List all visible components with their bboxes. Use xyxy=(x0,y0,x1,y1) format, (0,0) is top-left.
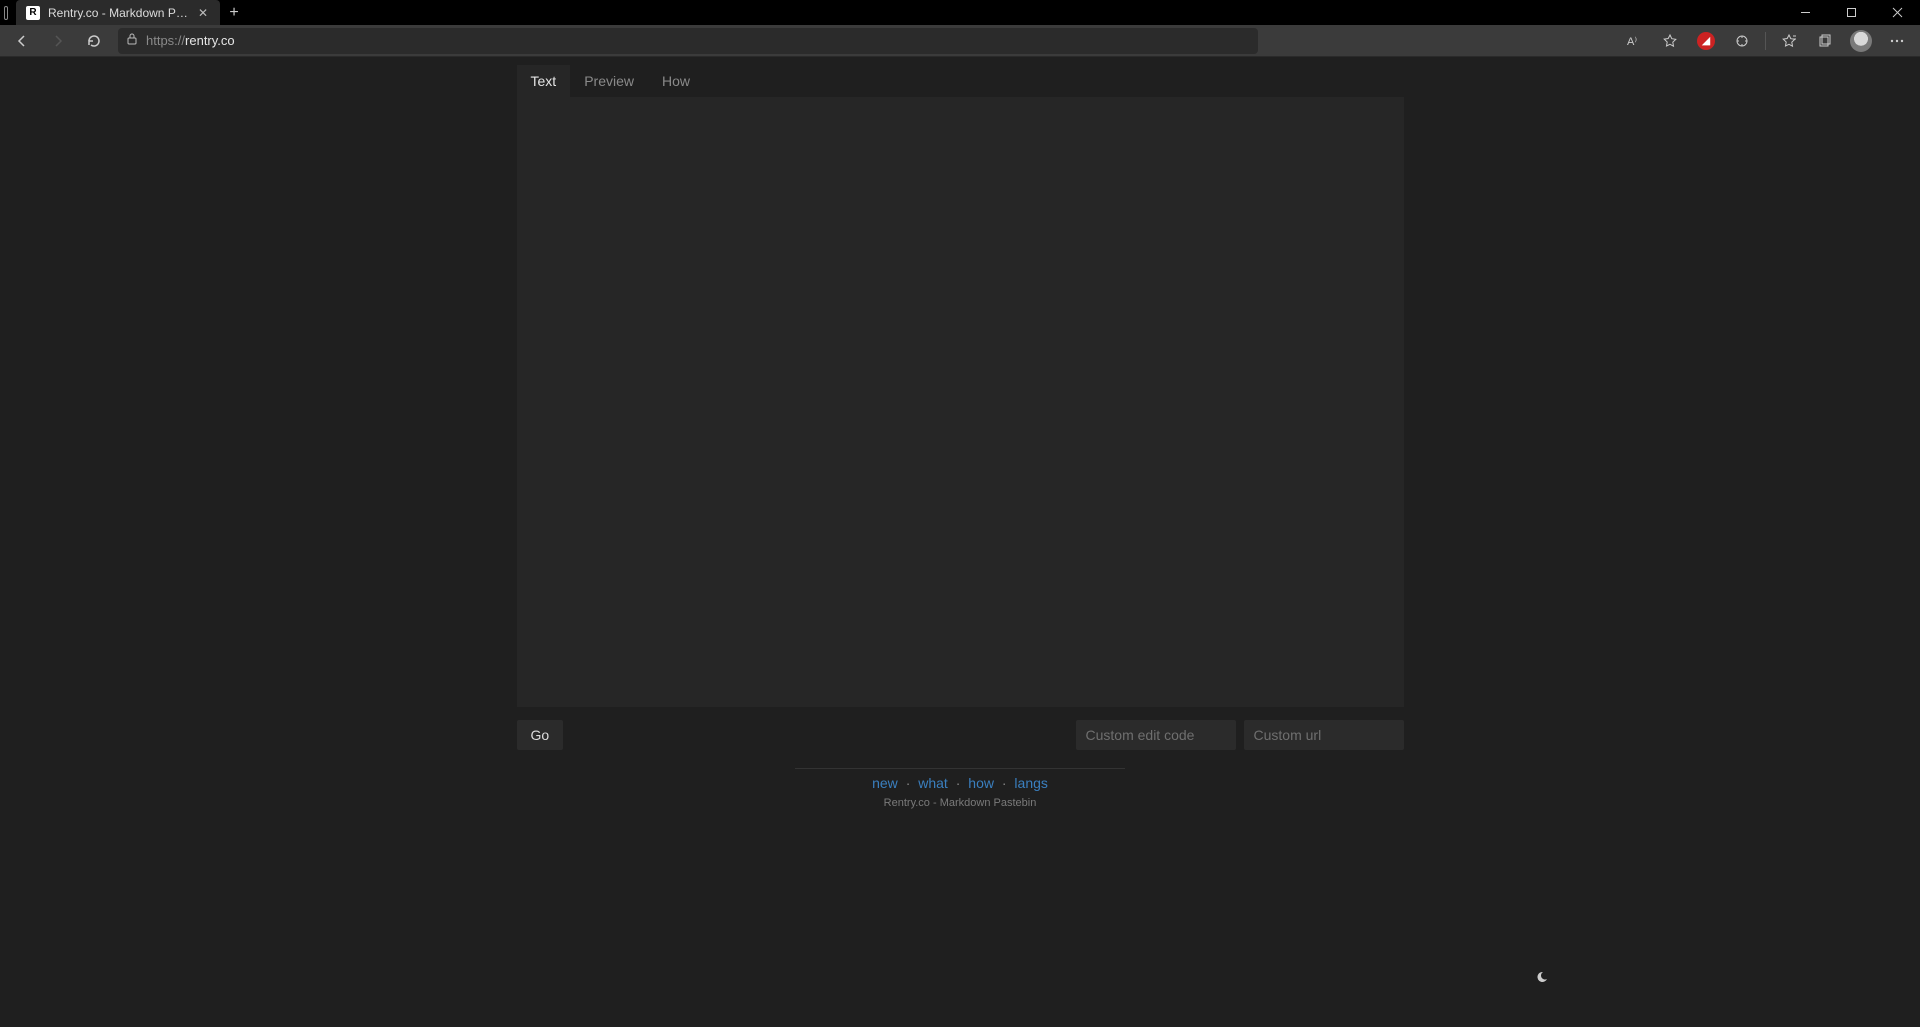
editor-tabs: Text Preview How xyxy=(517,65,1404,97)
window-maximize-button[interactable] xyxy=(1828,0,1874,25)
extensions-icon[interactable] xyxy=(1725,27,1759,55)
tab-how[interactable]: How xyxy=(648,65,704,97)
footer-tagline: Rentry.co - Markdown Pastebin xyxy=(517,797,1404,809)
markdown-editor[interactable] xyxy=(517,97,1404,707)
close-tab-icon[interactable]: ✕ xyxy=(196,6,210,20)
new-tab-button[interactable]: + xyxy=(220,0,248,25)
window-titlebar: R Rentry.co - Markdown Pastebin ✕ + xyxy=(0,0,1920,25)
page-body: Text Preview How Go new · what · how · l… xyxy=(0,57,1920,1027)
url-protocol: https:// xyxy=(146,33,185,48)
footer-link-what[interactable]: what xyxy=(918,775,948,791)
lock-icon xyxy=(126,32,138,49)
footer-dot: · xyxy=(1002,775,1007,791)
footer-dot: · xyxy=(956,775,961,791)
read-aloud-icon[interactable]: A⁾ xyxy=(1617,27,1651,55)
footer-link-how[interactable]: how xyxy=(968,775,994,791)
address-bar[interactable]: https://rentry.co xyxy=(118,28,1258,54)
toolbar-separator xyxy=(1765,32,1766,50)
custom-url-input[interactable] xyxy=(1244,720,1404,750)
footer-link-new[interactable]: new xyxy=(872,775,898,791)
favorite-star-icon[interactable] xyxy=(1653,27,1687,55)
footer-links: new · what · how · langs xyxy=(517,775,1404,791)
url-text: https://rentry.co xyxy=(146,33,235,48)
theme-toggle-moon-icon[interactable] xyxy=(1536,970,1552,991)
tab-text[interactable]: Text xyxy=(517,65,571,97)
tab-actions-icon[interactable] xyxy=(0,0,8,25)
browser-toolbar: https://rentry.co A⁾ ◢ xyxy=(0,25,1920,57)
forward-button xyxy=(42,27,74,55)
tab-preview[interactable]: Preview xyxy=(570,65,648,97)
collections-icon[interactable] xyxy=(1808,27,1842,55)
footer-separator xyxy=(795,768,1125,769)
url-host: rentry.co xyxy=(185,33,235,48)
svg-text:A⁾: A⁾ xyxy=(1627,36,1637,48)
footer-dot: · xyxy=(906,775,911,791)
window-minimize-button[interactable] xyxy=(1782,0,1828,25)
more-menu-icon[interactable] xyxy=(1880,27,1914,55)
site-favicon: R xyxy=(26,6,40,20)
window-close-button[interactable] xyxy=(1874,0,1920,25)
footer-link-langs[interactable]: langs xyxy=(1014,775,1047,791)
go-button[interactable]: Go xyxy=(517,720,564,750)
browser-tab[interactable]: R Rentry.co - Markdown Pastebin ✕ xyxy=(16,0,220,25)
profile-avatar[interactable] xyxy=(1844,27,1878,55)
favorites-list-icon[interactable] xyxy=(1772,27,1806,55)
back-button[interactable] xyxy=(6,27,38,55)
refresh-button[interactable] xyxy=(78,27,110,55)
action-row: Go xyxy=(517,720,1404,750)
extension-badge-icon[interactable]: ◢ xyxy=(1689,27,1723,55)
edit-code-input[interactable] xyxy=(1076,720,1236,750)
browser-tab-title: Rentry.co - Markdown Pastebin xyxy=(48,6,188,20)
